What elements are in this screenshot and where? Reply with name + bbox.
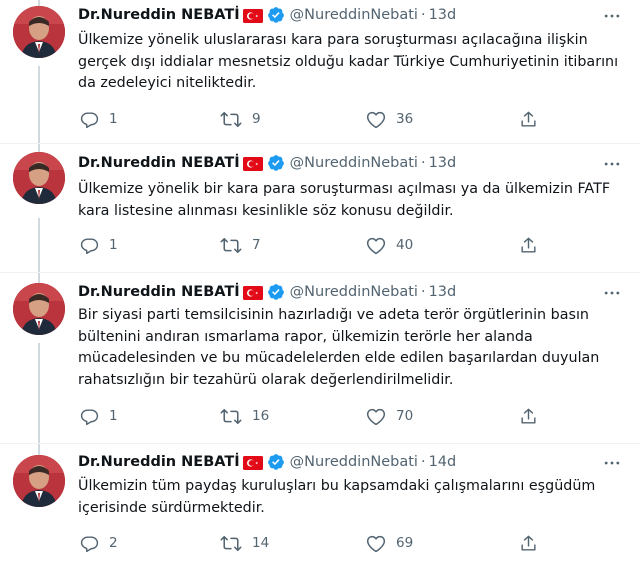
- share-button[interactable]: [519, 532, 538, 554]
- share-icon: [519, 236, 538, 255]
- avatar[interactable]: [13, 6, 65, 58]
- author-handle[interactable]: @NureddinNebati: [290, 454, 418, 470]
- verified-badge-icon: [267, 6, 285, 24]
- tweet-header: Dr.Nureddin NEBATİ @NureddinNebati · 14d: [78, 451, 456, 473]
- separator-dot: ·: [420, 155, 426, 171]
- reply-button[interactable]: 1: [80, 108, 118, 130]
- timestamp[interactable]: 13d: [429, 284, 457, 300]
- separator-dot: ·: [420, 454, 426, 470]
- thread-line: [38, 343, 40, 455]
- retweet-count: 7: [252, 237, 261, 253]
- turkish-flag-icon: [242, 8, 263, 23]
- author-name[interactable]: Dr.Nureddin NEBATİ: [78, 155, 240, 171]
- reply-count: 2: [109, 535, 118, 551]
- reply-button[interactable]: 2: [80, 532, 118, 554]
- share-button[interactable]: [519, 405, 538, 427]
- verified-badge-icon: [267, 453, 285, 471]
- like-button[interactable]: 36: [366, 108, 413, 130]
- tweet-separator: [0, 272, 640, 273]
- share-icon: [519, 534, 538, 553]
- tweet-text: Ülkemize yönelik bir kara para soruşturm…: [78, 181, 611, 219]
- like-icon: [366, 236, 386, 255]
- like-count: 40: [396, 237, 414, 253]
- more-icon[interactable]: [598, 153, 626, 175]
- tweet-header: Dr.Nureddin NEBATİ @NureddinNebati · 13d: [78, 4, 456, 26]
- avatar[interactable]: [13, 152, 65, 204]
- tweet-text: Ülkemizin tüm paydaş kuruluşları bu kaps…: [78, 478, 596, 516]
- author-name[interactable]: Dr.Nureddin NEBATİ: [78, 284, 240, 300]
- verified-badge-icon: [267, 283, 285, 301]
- share-button[interactable]: [519, 234, 538, 256]
- thread-line: [38, 66, 40, 152]
- author-name[interactable]: Dr.Nureddin NEBATİ: [78, 7, 240, 23]
- more-icon[interactable]: [598, 452, 626, 474]
- reply-icon: [80, 236, 99, 255]
- retweet-icon: [220, 534, 242, 553]
- like-button[interactable]: 40: [366, 234, 413, 256]
- reply-button[interactable]: 1: [80, 234, 118, 256]
- tweet-text: Ülkemize yönelik uluslararası kara para …: [78, 32, 619, 91]
- timestamp[interactable]: 13d: [429, 7, 457, 23]
- more-icon[interactable]: [598, 282, 626, 304]
- retweet-button[interactable]: 14: [220, 532, 269, 554]
- tweet-text: Bir siyasi parti temsilcisinin hazırladı…: [78, 307, 600, 388]
- tweet-header: Dr.Nureddin NEBATİ @NureddinNebati · 13d: [78, 152, 456, 174]
- retweet-icon: [220, 236, 242, 255]
- turkish-flag-icon: [242, 285, 263, 300]
- retweet-count: 14: [252, 535, 270, 551]
- share-icon: [519, 110, 538, 129]
- turkish-flag-icon: [242, 156, 263, 171]
- retweet-count: 16: [252, 408, 270, 424]
- share-icon: [519, 407, 538, 426]
- timestamp[interactable]: 14d: [429, 454, 457, 470]
- like-icon: [366, 534, 386, 553]
- verified-badge-icon: [267, 154, 285, 172]
- like-icon: [366, 110, 386, 129]
- like-button[interactable]: 69: [366, 532, 413, 554]
- tweet-separator: [0, 143, 640, 144]
- thread-line: [38, 218, 40, 283]
- author-name[interactable]: Dr.Nureddin NEBATİ: [78, 454, 240, 470]
- retweet-button[interactable]: 16: [220, 405, 269, 427]
- retweet-button[interactable]: 7: [220, 234, 261, 256]
- retweet-icon: [220, 110, 242, 129]
- turkish-flag-icon: [242, 455, 263, 470]
- reply-icon: [80, 407, 99, 426]
- tweet-separator: [0, 443, 640, 444]
- reply-button[interactable]: 1: [80, 405, 118, 427]
- more-icon[interactable]: [598, 5, 626, 27]
- reply-count: 1: [109, 237, 118, 253]
- author-handle[interactable]: @NureddinNebati: [290, 284, 418, 300]
- timestamp[interactable]: 13d: [429, 155, 457, 171]
- retweet-icon: [220, 407, 242, 426]
- like-icon: [366, 407, 386, 426]
- avatar[interactable]: [13, 283, 65, 335]
- reply-count: 1: [109, 111, 118, 127]
- tweet-header: Dr.Nureddin NEBATİ @NureddinNebati · 13d: [78, 281, 456, 303]
- like-count: 69: [396, 535, 414, 551]
- author-handle[interactable]: @NureddinNebati: [290, 155, 418, 171]
- author-handle[interactable]: @NureddinNebati: [290, 7, 418, 23]
- retweet-count: 9: [252, 111, 261, 127]
- retweet-button[interactable]: 9: [220, 108, 261, 130]
- avatar[interactable]: [13, 455, 65, 507]
- share-button[interactable]: [519, 108, 538, 130]
- separator-dot: ·: [420, 284, 426, 300]
- reply-count: 1: [109, 408, 118, 424]
- like-button[interactable]: 70: [366, 405, 413, 427]
- separator-dot: ·: [420, 7, 426, 23]
- reply-icon: [80, 110, 99, 129]
- like-count: 70: [396, 408, 414, 424]
- like-count: 36: [396, 111, 414, 127]
- reply-icon: [80, 534, 99, 553]
